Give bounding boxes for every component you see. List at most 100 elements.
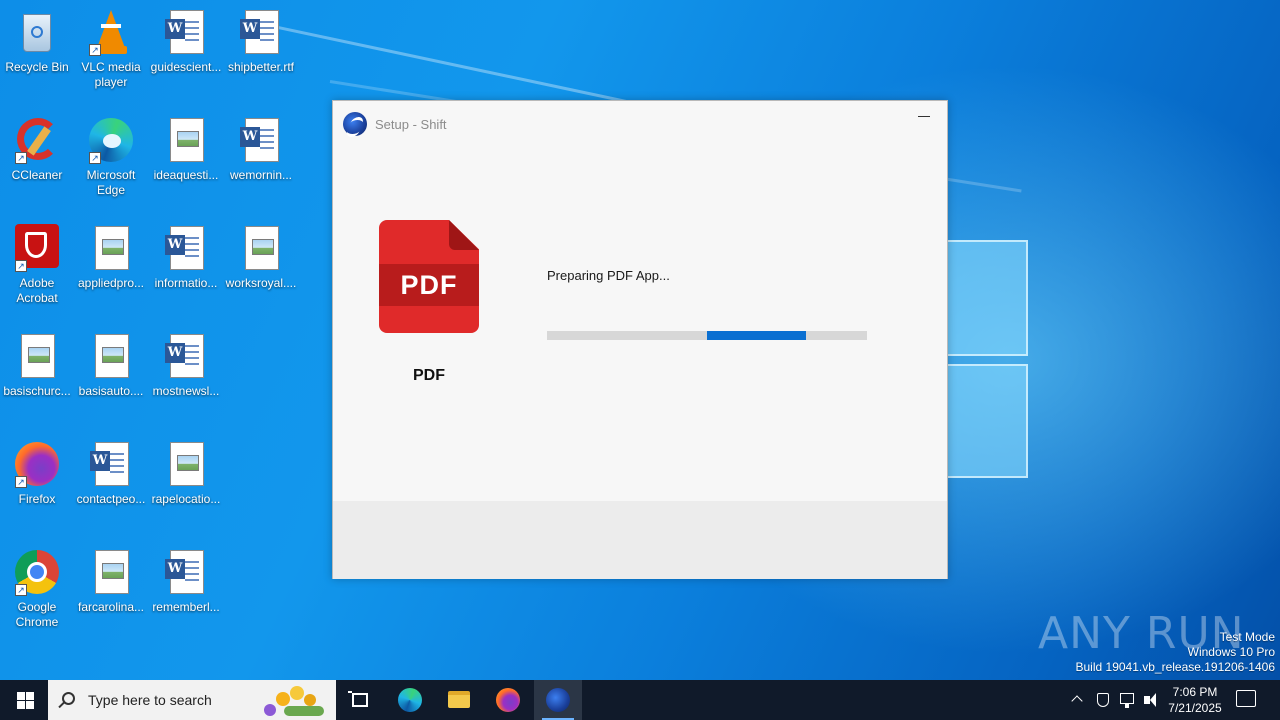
desktop-icon-recycle-bin[interactable]: Recycle Bin	[0, 8, 74, 75]
watermark-line: Test Mode	[1219, 630, 1275, 644]
desktop-icon-file[interactable]: W guidescient...	[149, 8, 223, 75]
progress-bar	[547, 331, 867, 340]
taskbar-shift-setup-button[interactable]	[534, 680, 582, 720]
watermark-line: Windows 10 Pro	[1187, 645, 1275, 659]
desktop-icon-file[interactable]: farcarolina...	[74, 548, 148, 615]
desktop-icon-label: basisauto....	[78, 384, 144, 398]
desktop-icon-file[interactable]: W mostnewsl...	[149, 332, 223, 399]
desktop-icon-ccleaner[interactable]: ↗ CCleaner	[0, 116, 74, 183]
pdf-file-icon: PDF	[379, 220, 479, 333]
image-file-icon	[162, 116, 210, 164]
setup-content: PDF PDF Preparing PDF App...	[333, 145, 947, 501]
word-doc-icon: W	[87, 440, 135, 488]
desktop-icon-label: ideaquesti...	[153, 168, 219, 182]
desktop-icon-label: worksroyal....	[225, 276, 297, 290]
desktop-icon-label: Google Chrome	[15, 600, 59, 629]
image-file-icon	[87, 224, 135, 272]
desktop-icon-label: VLC media player	[81, 60, 141, 89]
desktop-icon-label: CCleaner	[11, 168, 63, 182]
shortcut-arrow-icon: ↗	[89, 152, 101, 164]
ccleaner-icon: ↗	[13, 116, 61, 164]
search-highlight-flowers-icon	[256, 682, 332, 718]
pdf-badge-text: PDF	[400, 270, 458, 300]
taskbar-clock[interactable]: 7:06 PM 7/21/2025	[1160, 684, 1230, 716]
show-hidden-icons-button[interactable]	[1068, 680, 1088, 720]
firefox-icon: ↗	[13, 440, 61, 488]
desktop-icon-file[interactable]: basischurc...	[0, 332, 74, 399]
image-file-icon	[162, 440, 210, 488]
taskbar: Type here to search 7:06 PM 7/21/2025	[0, 680, 1280, 720]
volume-icon[interactable]	[1140, 680, 1162, 720]
desktop-icon-label: Microsoft Edge	[86, 168, 136, 197]
word-doc-icon: W	[237, 116, 285, 164]
desktop-icon-file[interactable]: basisauto....	[74, 332, 148, 399]
edge-icon: ↗	[87, 116, 135, 164]
desktop-icon-label: Firefox	[18, 492, 56, 506]
status-text: Preparing PDF App...	[547, 268, 670, 283]
search-placeholder: Type here to search	[88, 692, 212, 708]
desktop-icon-label: farcarolina...	[77, 600, 145, 614]
minimize-button[interactable]	[901, 101, 947, 133]
window-title: Setup - Shift	[375, 117, 447, 132]
desktop-icon-firefox[interactable]: ↗ Firefox	[0, 440, 74, 507]
shortcut-arrow-icon: ↗	[15, 584, 27, 596]
desktop-icon-label: Adobe Acrobat	[16, 276, 58, 305]
desktop-icon-file[interactable]: W shipbetter.rtf	[224, 8, 298, 75]
image-file-icon	[87, 332, 135, 380]
word-doc-icon: W	[162, 548, 210, 596]
desktop-icon-file[interactable]: W wemornin...	[224, 116, 298, 183]
tray-defender-icon[interactable]	[1092, 680, 1114, 720]
desktop-icon-file[interactable]: rapelocatio...	[149, 440, 223, 507]
desktop-icon-label: basischurc...	[3, 384, 71, 398]
desktop-icon-file[interactable]: worksroyal....	[224, 224, 298, 291]
acrobat-icon: ↗	[13, 224, 61, 272]
desktop-icon-google-chrome[interactable]: ↗ Google Chrome	[0, 548, 74, 630]
desktop-icon-file[interactable]: ideaquesti...	[149, 116, 223, 183]
edge-icon	[398, 688, 422, 712]
desktop-icon-file[interactable]: appliedpro...	[74, 224, 148, 291]
image-file-icon	[87, 548, 135, 596]
progress-bar-fill	[707, 331, 807, 340]
product-label: PDF	[413, 367, 445, 384]
vlc-icon: ↗	[87, 8, 135, 56]
window-titlebar[interactable]: Setup - Shift	[333, 101, 947, 145]
desktop-icon-label: guidescient...	[150, 60, 222, 74]
word-doc-icon: W	[237, 8, 285, 56]
shortcut-arrow-icon: ↗	[89, 44, 101, 56]
taskbar-edge-button[interactable]	[386, 680, 434, 720]
taskbar-firefox-button[interactable]	[484, 680, 532, 720]
clock-date: 7/21/2025	[1168, 701, 1222, 715]
taskbar-file-explorer-button[interactable]	[435, 680, 483, 720]
shortcut-arrow-icon: ↗	[15, 152, 27, 164]
desktop-icon-file[interactable]: W contactpeo...	[74, 440, 148, 507]
image-file-icon	[237, 224, 285, 272]
watermark-line: Build 19041.vb_release.191206-1406	[1075, 660, 1276, 674]
desktop-icon-microsoft-edge[interactable]: ↗ Microsoft Edge	[74, 116, 148, 198]
desktop-icon-adobe-acrobat[interactable]: ↗ Adobe Acrobat	[0, 224, 74, 306]
setup-window[interactable]: Setup - Shift PDF PDF Preparing PDF App.…	[332, 100, 948, 579]
shortcut-arrow-icon: ↗	[15, 476, 27, 488]
desktop-icon-label: appliedpro...	[77, 276, 145, 290]
desktop-icon-file[interactable]: W rememberl...	[149, 548, 223, 615]
shift-logo-icon	[546, 688, 570, 712]
windows-logo-wallpaper	[940, 240, 1030, 480]
start-button[interactable]	[0, 680, 48, 720]
word-doc-icon: W	[162, 332, 210, 380]
taskbar-search-box[interactable]: Type here to search	[48, 680, 336, 720]
test-mode-watermark: Test Mode Windows 10 Pro Build 19041.vb_…	[1076, 630, 1276, 675]
firefox-icon	[496, 688, 520, 712]
network-icon[interactable]	[1116, 680, 1138, 720]
desktop-icon-label: Recycle Bin	[5, 60, 69, 74]
notification-center-icon[interactable]	[1236, 690, 1256, 707]
task-view-button[interactable]	[336, 680, 384, 720]
shift-logo-icon	[343, 112, 367, 136]
desktop-icon-label: rapelocatio...	[151, 492, 221, 506]
desktop-icon-label: wemornin...	[229, 168, 293, 182]
shortcut-arrow-icon: ↗	[15, 260, 27, 272]
desktop-icon-vlc[interactable]: ↗ VLC media player	[74, 8, 148, 90]
clock-time: 7:06 PM	[1172, 685, 1218, 699]
chevron-up-icon	[1071, 695, 1083, 707]
desktop-icon-label: mostnewsl...	[152, 384, 220, 398]
desktop-icon-file[interactable]: W informatio...	[149, 224, 223, 291]
chrome-icon: ↗	[13, 548, 61, 596]
